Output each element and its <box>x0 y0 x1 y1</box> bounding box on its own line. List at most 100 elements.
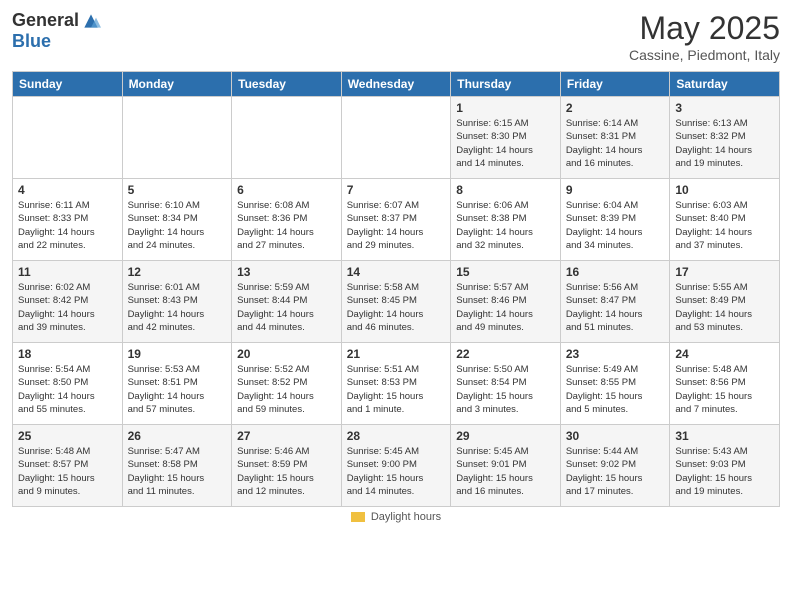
calendar-cell: 26 Sunrise: 5:47 AM Sunset: 8:58 PM Dayli… <box>122 425 232 507</box>
day-number: 31 <box>675 429 774 443</box>
day-number: 17 <box>675 265 774 279</box>
calendar-cell <box>122 97 232 179</box>
day-info: Sunrise: 5:59 AM Sunset: 8:44 PM Dayligh… <box>237 281 336 334</box>
calendar-cell: 9 Sunrise: 6:04 AM Sunset: 8:39 PM Daylig… <box>560 179 670 261</box>
calendar-cell: 22 Sunrise: 5:50 AM Sunset: 8:54 PM Dayli… <box>451 343 561 425</box>
day-number: 16 <box>566 265 665 279</box>
day-info: Sunrise: 5:50 AM Sunset: 8:54 PM Dayligh… <box>456 363 555 416</box>
calendar-cell: 7 Sunrise: 6:07 AM Sunset: 8:37 PM Daylig… <box>341 179 451 261</box>
calendar-week-row: 1 Sunrise: 6:15 AM Sunset: 8:30 PM Daylig… <box>13 97 780 179</box>
calendar-cell: 18Sunrise: 5:54 AM Sunset: 8:50 PM Dayli… <box>13 343 123 425</box>
calendar-cell: 12 Sunrise: 6:01 AM Sunset: 8:43 PM Dayli… <box>122 261 232 343</box>
calendar-cell: 6 Sunrise: 6:08 AM Sunset: 8:36 PM Daylig… <box>232 179 342 261</box>
day-number: 30 <box>566 429 665 443</box>
calendar-day-header: Friday <box>560 72 670 97</box>
calendar-cell: 17 Sunrise: 5:55 AM Sunset: 8:49 PM Dayli… <box>670 261 780 343</box>
calendar-cell: 28Sunrise: 5:45 AM Sunset: 9:00 PM Dayli… <box>341 425 451 507</box>
day-info: Sunrise: 5:54 AM Sunset: 8:50 PM Dayligh… <box>18 363 117 416</box>
calendar-cell: 11 Sunrise: 6:02 AM Sunset: 8:42 PM Dayli… <box>13 261 123 343</box>
day-info: Sunrise: 6:03 AM Sunset: 8:40 PM Dayligh… <box>675 199 774 252</box>
day-number: 15 <box>456 265 555 279</box>
calendar-cell: 24Sunrise: 5:48 AM Sunset: 8:56 PM Dayli… <box>670 343 780 425</box>
calendar-cell <box>13 97 123 179</box>
day-info: Sunrise: 6:07 AM Sunset: 8:37 PM Dayligh… <box>347 199 446 252</box>
day-number: 2 <box>566 101 665 115</box>
day-info: Sunrise: 6:14 AM Sunset: 8:31 PM Dayligh… <box>566 117 665 170</box>
day-info: Sunrise: 5:48 AM Sunset: 8:56 PM Dayligh… <box>675 363 774 416</box>
day-info: Sunrise: 6:15 AM Sunset: 8:30 PM Dayligh… <box>456 117 555 170</box>
main-container: General Blue May 2025 Cassine, Piedmont,… <box>0 0 792 612</box>
calendar-cell <box>232 97 342 179</box>
day-number: 11 <box>18 265 117 279</box>
calendar-day-header: Monday <box>122 72 232 97</box>
day-number: 12 <box>128 265 227 279</box>
calendar-week-row: 25Sunrise: 5:48 AM Sunset: 8:57 PM Dayli… <box>13 425 780 507</box>
day-number: 5 <box>128 183 227 197</box>
day-info: Sunrise: 5:46 AM Sunset: 8:59 PM Dayligh… <box>237 445 336 498</box>
calendar-cell: 30Sunrise: 5:44 AM Sunset: 9:02 PM Dayli… <box>560 425 670 507</box>
month-title: May 2025 <box>629 10 780 47</box>
day-number: 20 <box>237 347 336 361</box>
calendar-cell: 19Sunrise: 5:53 AM Sunset: 8:51 PM Dayli… <box>122 343 232 425</box>
calendar-cell: 21Sunrise: 5:51 AM Sunset: 8:53 PM Dayli… <box>341 343 451 425</box>
calendar-day-header: Wednesday <box>341 72 451 97</box>
logo-general: General <box>12 10 79 31</box>
day-number: 26 <box>128 429 227 443</box>
daylight-label: Daylight hours <box>371 511 441 523</box>
day-number: 6 <box>237 183 336 197</box>
day-info: Sunrise: 6:04 AM Sunset: 8:39 PM Dayligh… <box>566 199 665 252</box>
calendar-cell: 16 Sunrise: 5:56 AM Sunset: 8:47 PM Dayli… <box>560 261 670 343</box>
day-info: Sunrise: 6:02 AM Sunset: 8:42 PM Dayligh… <box>18 281 117 334</box>
day-number: 4 <box>18 183 117 197</box>
calendar-cell: 3Sunrise: 6:13 AM Sunset: 8:32 PM Daylig… <box>670 97 780 179</box>
day-number: 14 <box>347 265 446 279</box>
calendar-cell <box>341 97 451 179</box>
calendar-table: SundayMondayTuesdayWednesdayThursdayFrid… <box>12 71 780 507</box>
title-section: May 2025 Cassine, Piedmont, Italy <box>629 10 780 63</box>
day-number: 22 <box>456 347 555 361</box>
location-subtitle: Cassine, Piedmont, Italy <box>629 47 780 63</box>
calendar-day-header: Tuesday <box>232 72 342 97</box>
day-number: 27 <box>237 429 336 443</box>
calendar-week-row: 4 Sunrise: 6:11 AM Sunset: 8:33 PM Daylig… <box>13 179 780 261</box>
calendar-header-row: SundayMondayTuesdayWednesdayThursdayFrid… <box>13 72 780 97</box>
day-info: Sunrise: 5:45 AM Sunset: 9:01 PM Dayligh… <box>456 445 555 498</box>
day-info: Sunrise: 5:56 AM Sunset: 8:47 PM Dayligh… <box>566 281 665 334</box>
day-number: 28 <box>347 429 446 443</box>
day-info: Sunrise: 5:58 AM Sunset: 8:45 PM Dayligh… <box>347 281 446 334</box>
day-info: Sunrise: 5:52 AM Sunset: 8:52 PM Dayligh… <box>237 363 336 416</box>
calendar-week-row: 18Sunrise: 5:54 AM Sunset: 8:50 PM Dayli… <box>13 343 780 425</box>
logo-blue: Blue <box>12 31 51 52</box>
day-info: Sunrise: 6:10 AM Sunset: 8:34 PM Dayligh… <box>128 199 227 252</box>
calendar-cell: 25Sunrise: 5:48 AM Sunset: 8:57 PM Dayli… <box>13 425 123 507</box>
day-info: Sunrise: 5:43 AM Sunset: 9:03 PM Dayligh… <box>675 445 774 498</box>
day-number: 9 <box>566 183 665 197</box>
calendar-cell: 8 Sunrise: 6:06 AM Sunset: 8:38 PM Daylig… <box>451 179 561 261</box>
calendar-cell: 13 Sunrise: 5:59 AM Sunset: 8:44 PM Dayli… <box>232 261 342 343</box>
day-info: Sunrise: 5:47 AM Sunset: 8:58 PM Dayligh… <box>128 445 227 498</box>
day-info: Sunrise: 6:06 AM Sunset: 8:38 PM Dayligh… <box>456 199 555 252</box>
day-number: 29 <box>456 429 555 443</box>
day-info: Sunrise: 5:48 AM Sunset: 8:57 PM Dayligh… <box>18 445 117 498</box>
calendar-cell: 20 Sunrise: 5:52 AM Sunset: 8:52 PM Dayli… <box>232 343 342 425</box>
calendar-cell: 4 Sunrise: 6:11 AM Sunset: 8:33 PM Daylig… <box>13 179 123 261</box>
day-number: 1 <box>456 101 555 115</box>
calendar-cell: 15 Sunrise: 5:57 AM Sunset: 8:46 PM Dayli… <box>451 261 561 343</box>
day-info: Sunrise: 6:01 AM Sunset: 8:43 PM Dayligh… <box>128 281 227 334</box>
day-number: 7 <box>347 183 446 197</box>
footer: Daylight hours <box>12 511 780 523</box>
day-info: Sunrise: 5:55 AM Sunset: 8:49 PM Dayligh… <box>675 281 774 334</box>
day-number: 19 <box>128 347 227 361</box>
day-info: Sunrise: 6:08 AM Sunset: 8:36 PM Dayligh… <box>237 199 336 252</box>
day-info: Sunrise: 5:57 AM Sunset: 8:46 PM Dayligh… <box>456 281 555 334</box>
logo-text: General <box>12 10 101 31</box>
day-number: 3 <box>675 101 774 115</box>
logo-icon <box>81 11 101 31</box>
day-number: 13 <box>237 265 336 279</box>
header: General Blue May 2025 Cassine, Piedmont,… <box>12 10 780 63</box>
day-info: Sunrise: 6:11 AM Sunset: 8:33 PM Dayligh… <box>18 199 117 252</box>
day-number: 8 <box>456 183 555 197</box>
calendar-day-header: Saturday <box>670 72 780 97</box>
calendar-cell: 10Sunrise: 6:03 AM Sunset: 8:40 PM Dayli… <box>670 179 780 261</box>
calendar-cell: 31 Sunrise: 5:43 AM Sunset: 9:03 PM Dayli… <box>670 425 780 507</box>
